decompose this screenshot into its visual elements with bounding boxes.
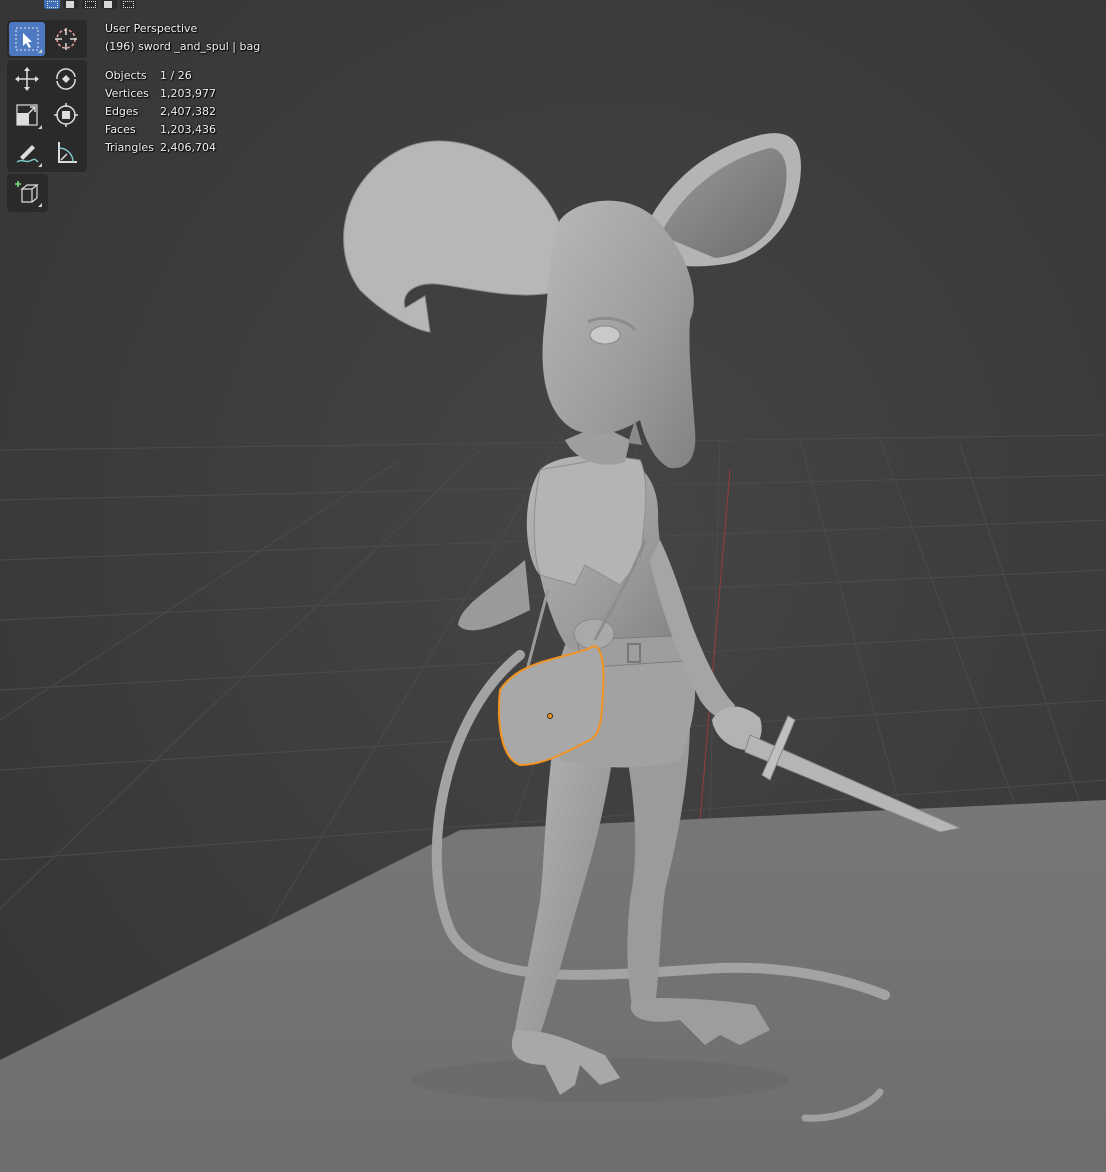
mode-new-button[interactable] [44, 0, 60, 9]
select-new-icon [47, 1, 58, 8]
cursor-icon [55, 28, 77, 50]
select-subtract-icon [85, 1, 96, 8]
stat-value: 1 / 26 [160, 69, 192, 82]
scene-statistics: Objects 1 / 26 Vertices 1,203,977 Edges … [105, 67, 216, 157]
viewport-scene [0, 0, 1106, 1172]
selection-mode-strip [44, 0, 136, 9]
move-tool[interactable] [9, 62, 45, 96]
stat-row-objects: Objects 1 / 26 [105, 67, 216, 85]
3d-viewport[interactable]: User Perspective (196) sword _and_spul |… [0, 0, 1106, 1172]
select-extend-icon [66, 1, 74, 8]
scale-icon [16, 104, 38, 126]
mode-subtract-button[interactable] [82, 0, 98, 9]
stat-row-triangles: Triangles 2,406,704 [105, 139, 216, 157]
stat-row-vertices: Vertices 1,203,977 [105, 85, 216, 103]
mode-extend-button[interactable] [63, 0, 79, 9]
belt-medallion [573, 618, 615, 650]
annotate-icon [16, 145, 39, 163]
stat-value: 2,406,704 [160, 141, 216, 154]
cursor-tool[interactable] [48, 22, 84, 56]
stat-label: Faces [105, 123, 136, 136]
select-box-icon [15, 27, 39, 51]
transform-icon [54, 103, 78, 127]
viewport-info: User Perspective (196) sword _and_spul |… [105, 20, 260, 56]
bag-origin [547, 713, 553, 719]
add-cube-tool[interactable] [9, 176, 45, 210]
stat-label: Objects [105, 69, 147, 82]
stat-label: Vertices [105, 87, 149, 100]
tool-group-add [7, 174, 48, 212]
stat-row-faces: Faces 1,203,436 [105, 121, 216, 139]
transform-tool[interactable] [48, 98, 84, 132]
add-cube-icon [15, 181, 39, 203]
rotate-icon [56, 68, 76, 90]
vest [533, 454, 647, 586]
measure-icon [58, 142, 77, 163]
rotate-tool[interactable] [48, 62, 84, 96]
view-name: User Perspective [105, 22, 198, 35]
tool-group-annotate [7, 134, 87, 172]
measure-tool[interactable] [48, 136, 84, 170]
mode-invert-button[interactable] [101, 0, 117, 9]
tool-group-select [7, 20, 87, 58]
stat-label: Triangles [105, 141, 154, 154]
eye [589, 325, 621, 345]
stat-row-edges: Edges 2,407,382 [105, 103, 216, 121]
mode-intersect-button[interactable] [120, 0, 136, 9]
select-invert-icon [104, 1, 112, 8]
annotate-tool[interactable] [9, 136, 45, 170]
stat-value: 2,407,382 [160, 105, 216, 118]
scale-tool[interactable] [9, 98, 45, 132]
select-intersect-icon [123, 1, 134, 8]
select-box-tool[interactable] [9, 22, 45, 56]
stat-value: 1,203,436 [160, 123, 216, 136]
move-icon [15, 67, 39, 91]
stat-label: Edges [105, 105, 139, 118]
stat-value: 1,203,977 [160, 87, 216, 100]
active-object-label: (196) sword _and_spul | bag [105, 40, 261, 53]
